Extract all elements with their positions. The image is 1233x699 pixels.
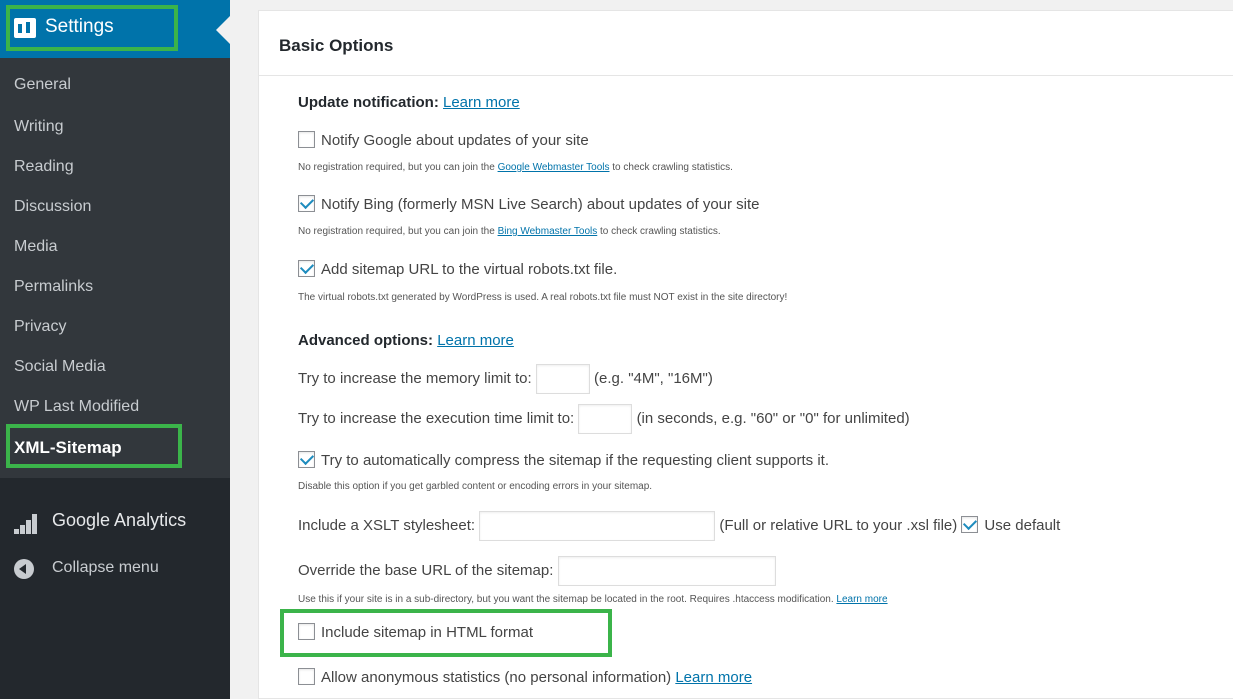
anon-stats-label: Allow anonymous statistics (no personal … [321, 669, 672, 686]
learn-more-link[interactable]: Learn more [836, 594, 887, 605]
use-default-checkbox[interactable] [961, 515, 979, 533]
panel-title: Basic Options [279, 36, 394, 55]
exec-time-hint: (in seconds, e.g. "60" or "0" for unlimi… [636, 409, 910, 427]
submenu-item-general[interactable]: General [14, 76, 71, 94]
submenu-item-discussion[interactable]: Discussion [14, 198, 91, 216]
exec-time-label: Try to increase the execution time limit… [298, 409, 575, 427]
notify-bing-checkbox[interactable] [298, 195, 315, 212]
notify-bing-option: Notify Bing (formerly MSN Live Search) a… [298, 195, 760, 213]
bing-webmaster-tools-link[interactable]: Bing Webmaster Tools [498, 226, 598, 237]
highlight-box-xml-sitemap [6, 424, 182, 468]
notify-google-label: Notify Google about updates of your site [321, 132, 589, 149]
divider [258, 75, 1233, 76]
highlight-box-settings [6, 5, 178, 51]
compress-option: Try to automatically compress the sitema… [298, 451, 829, 469]
bar-chart-icon [14, 514, 38, 534]
base-url-label: Override the base URL of the sitemap: [298, 561, 554, 579]
anon-stats-option: Allow anonymous statistics (no personal … [298, 668, 752, 686]
html-format-checkbox[interactable] [298, 623, 315, 640]
submenu-item-media[interactable]: Media [14, 238, 58, 256]
xslt-label: Include a XSLT stylesheet: [298, 516, 476, 534]
submenu-item-wp-last-modified[interactable]: WP Last Modified [14, 398, 139, 416]
admin-sidebar: Settings General Writing Reading Discuss… [0, 0, 230, 699]
submenu-item-reading[interactable]: Reading [14, 158, 74, 176]
robots-label: Add sitemap URL to the virtual robots.tx… [321, 261, 618, 278]
use-default-label: Use default [984, 516, 1061, 534]
compress-description: Disable this option if you get garbled c… [298, 481, 653, 492]
exec-time-option: Try to increase the execution time limit… [298, 404, 910, 434]
memory-limit-input[interactable] [535, 364, 590, 394]
submenu-item-privacy[interactable]: Privacy [14, 318, 66, 336]
compress-label: Try to automatically compress the sitema… [321, 452, 830, 469]
notify-google-description: No registration required, but you can jo… [298, 162, 733, 173]
base-url-option: Override the base URL of the sitemap: [298, 556, 776, 586]
xslt-option: Include a XSLT stylesheet: (Full or rela… [298, 511, 1060, 541]
submenu-item-permalinks[interactable]: Permalinks [14, 278, 93, 296]
anon-stats-checkbox[interactable] [298, 668, 315, 685]
notify-google-checkbox[interactable] [298, 131, 315, 148]
html-format-label: Include sitemap in HTML format [321, 624, 534, 641]
xslt-hint: (Full or relative URL to your .xsl file) [719, 516, 958, 534]
submenu-item-social-media[interactable]: Social Media [14, 358, 106, 376]
settings-submenu: General Writing Reading Discussion Media… [0, 58, 230, 478]
learn-more-link[interactable]: Learn more [443, 94, 520, 111]
notify-bing-label: Notify Bing (formerly MSN Live Search) a… [321, 196, 760, 213]
xslt-input[interactable] [479, 511, 716, 541]
notify-google-option: Notify Google about updates of your site [298, 131, 589, 149]
memory-limit-hint: (e.g. "4M", "16M") [594, 369, 713, 387]
base-url-input[interactable] [557, 556, 776, 586]
memory-limit-label: Try to increase the memory limit to: [298, 369, 532, 387]
advanced-options-heading: Advanced options: Learn more [298, 332, 514, 349]
learn-more-link[interactable]: Learn more [675, 669, 752, 686]
compress-checkbox[interactable] [298, 451, 315, 468]
html-format-option: Include sitemap in HTML format [298, 623, 533, 641]
collapse-arrow-icon[interactable] [14, 559, 34, 579]
notify-bing-description: No registration required, but you can jo… [298, 226, 721, 237]
robots-option: Add sitemap URL to the virtual robots.tx… [298, 260, 617, 278]
active-menu-arrow [216, 16, 230, 44]
memory-limit-option: Try to increase the memory limit to: (e.… [298, 364, 713, 394]
submenu-item-writing[interactable]: Writing [14, 118, 64, 136]
collapse-menu-button[interactable]: Collapse menu [52, 559, 159, 577]
exec-time-input[interactable] [578, 404, 633, 434]
sidebar-item-google-analytics[interactable]: Google Analytics [52, 510, 186, 531]
base-url-description: Use this if your site is in a sub-direct… [298, 594, 888, 605]
update-notification-heading: Update notification: Learn more [298, 94, 520, 111]
learn-more-link[interactable]: Learn more [437, 332, 514, 349]
robots-description: The virtual robots.txt generated by Word… [298, 292, 788, 303]
robots-checkbox[interactable] [298, 260, 315, 277]
google-webmaster-tools-link[interactable]: Google Webmaster Tools [498, 162, 610, 173]
